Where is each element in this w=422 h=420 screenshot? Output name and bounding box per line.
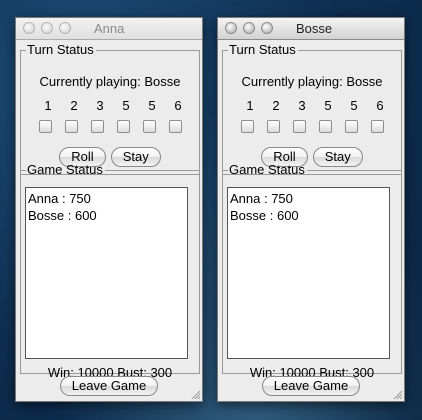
close-window-icon[interactable] [23, 22, 35, 34]
turn-status-legend: Turn Status [27, 42, 94, 57]
die-3-value: 3 [96, 98, 104, 113]
game-status-group: Game Status Anna : 750 Bosse : 600 Win: … [20, 162, 200, 380]
resize-grip-icon[interactable] [190, 389, 201, 400]
game-window-anna: Anna Turn Status Currently playing: Boss… [15, 17, 203, 402]
score-line: Anna : 750 [230, 191, 293, 206]
die-5-value: 5 [350, 98, 358, 113]
die-4-checkbox[interactable] [117, 120, 130, 133]
die-3-checkbox[interactable] [91, 120, 104, 133]
currently-playing-label: Currently playing: Bosse [241, 74, 383, 89]
leave-game-button[interactable]: Leave Game [261, 376, 361, 396]
turn-status-group: Turn Status Currently playing: Bosse 1 2… [222, 42, 402, 175]
window-title: Bosse [296, 21, 333, 36]
score-line: Bosse : 600 [230, 208, 299, 223]
score-log-textarea[interactable]: Anna : 750 Bosse : 600 [25, 187, 188, 359]
score-log-textarea[interactable]: Anna : 750 Bosse : 600 [227, 187, 390, 359]
die-6-value: 6 [376, 98, 384, 113]
die-2-value: 2 [70, 98, 78, 113]
die-4-checkbox[interactable] [319, 120, 332, 133]
zoom-window-icon[interactable] [59, 22, 71, 34]
die-5-checkbox[interactable] [345, 120, 358, 133]
score-line: Bosse : 600 [28, 208, 97, 223]
close-window-icon[interactable] [225, 22, 237, 34]
game-window-bosse: Bosse Turn Status Currently playing: Bos… [217, 17, 405, 402]
zoom-window-icon[interactable] [261, 22, 273, 34]
die-1-checkbox[interactable] [241, 120, 254, 133]
die-4-value: 5 [324, 98, 332, 113]
score-line: Anna : 750 [28, 191, 91, 206]
turn-status-group: Turn Status Currently playing: Bosse 1 2… [20, 42, 200, 175]
dice-checkboxes [39, 120, 195, 133]
minimize-window-icon[interactable] [41, 22, 53, 34]
die-5-checkbox[interactable] [143, 120, 156, 133]
title-bar[interactable]: Bosse [218, 18, 404, 40]
die-3-value: 3 [298, 98, 306, 113]
resize-grip-icon[interactable] [392, 389, 403, 400]
die-1-value: 1 [246, 98, 254, 113]
die-2-value: 2 [272, 98, 280, 113]
die-1-checkbox[interactable] [39, 120, 52, 133]
dice-values: 1 2 3 5 5 6 [35, 98, 191, 113]
die-6-checkbox[interactable] [371, 120, 384, 133]
die-2-checkbox[interactable] [267, 120, 280, 133]
die-4-value: 5 [122, 98, 130, 113]
die-2-checkbox[interactable] [65, 120, 78, 133]
game-status-legend: Game Status [27, 162, 103, 177]
game-status-legend: Game Status [229, 162, 305, 177]
game-status-group: Game Status Anna : 750 Bosse : 600 Win: … [222, 162, 402, 380]
currently-playing-label: Currently playing: Bosse [39, 74, 181, 89]
die-1-value: 1 [44, 98, 52, 113]
dice-values: 1 2 3 5 5 6 [237, 98, 393, 113]
dice-checkboxes [241, 120, 397, 133]
die-6-checkbox[interactable] [169, 120, 182, 133]
turn-status-legend: Turn Status [229, 42, 296, 57]
window-title: Anna [94, 21, 125, 36]
title-bar[interactable]: Anna [16, 18, 202, 40]
die-5-value: 5 [148, 98, 156, 113]
window-controls [225, 22, 273, 34]
die-3-checkbox[interactable] [293, 120, 306, 133]
leave-game-button[interactable]: Leave Game [59, 376, 159, 396]
window-controls [23, 22, 71, 34]
minimize-window-icon[interactable] [243, 22, 255, 34]
die-6-value: 6 [174, 98, 182, 113]
